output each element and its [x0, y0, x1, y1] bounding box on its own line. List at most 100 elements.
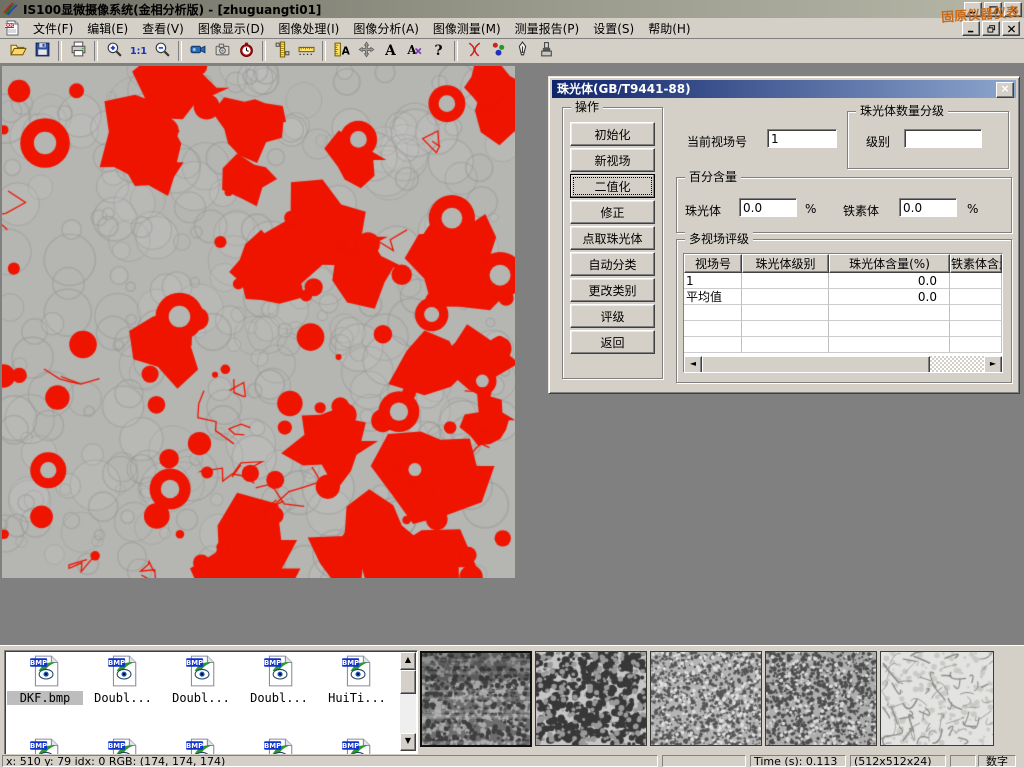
toolbar-button-photo-camera[interactable] — [210, 40, 234, 62]
table-row[interactable]: 平均值0.0 — [684, 289, 1002, 305]
pearlite-percent-input[interactable] — [739, 198, 797, 217]
ruler-icon — [298, 41, 315, 61]
op-button-点取珠光体[interactable]: 点取珠光体 — [570, 226, 655, 250]
table-column-header[interactable]: 视场号 — [684, 254, 742, 273]
op-button-自动分类[interactable]: 自动分类 — [570, 252, 655, 276]
file-item-Doubl...[interactable]: BMPDoubl... — [85, 654, 161, 705]
op-button-初始化[interactable]: 初始化 — [570, 122, 655, 146]
thumbnail-1[interactable] — [420, 651, 532, 747]
bmp-file-icon: BMP — [106, 677, 140, 691]
pen-icon — [514, 41, 531, 61]
file-item[interactable]: BMP — [163, 737, 239, 755]
table-row[interactable]: 10.0 — [684, 273, 1002, 289]
file-item-DKF.bmp[interactable]: BMPDKF.bmp — [7, 654, 83, 705]
menu-item-3[interactable]: 查看(V) — [135, 18, 191, 39]
mdi-restore-icon[interactable] — [982, 21, 1000, 36]
table-column-header[interactable]: 珠光体级别 — [742, 254, 829, 273]
ferrite-percent-input[interactable] — [899, 198, 957, 217]
menu-item-4[interactable]: 图像显示(D) — [191, 18, 272, 39]
file-item-Doubl...[interactable]: BMPDoubl... — [241, 654, 317, 705]
menu-item-8[interactable]: 测量报告(P) — [508, 18, 587, 39]
scroll-track[interactable] — [930, 356, 984, 372]
file-item[interactable]: BMP — [319, 737, 395, 755]
dialog-close-icon[interactable]: × — [996, 82, 1014, 98]
mdi-close-icon[interactable] — [1002, 21, 1020, 36]
toolbar-button-actual-size[interactable]: 1:1 — [126, 40, 150, 62]
toolbar-button-text[interactable]: A — [378, 40, 402, 62]
op-button-更改类别[interactable]: 更改类别 — [570, 278, 655, 302]
scroll-thumb[interactable] — [702, 356, 930, 373]
table-row[interactable] — [684, 321, 1002, 337]
toolbar-button-stamp[interactable] — [534, 40, 558, 62]
scroll-down-icon[interactable]: ▼ — [400, 733, 416, 751]
grading-level-input[interactable] — [904, 129, 982, 148]
table-column-header[interactable]: 珠光体含量(%) — [829, 254, 950, 273]
file-item[interactable]: BMP — [241, 737, 317, 755]
toolbar-button-text-edit[interactable]: A — [402, 40, 426, 62]
toolbar-button-video-camera[interactable] — [186, 40, 210, 62]
toolbar-button-spline[interactable] — [462, 40, 486, 62]
svg-text:BMP: BMP — [108, 659, 125, 667]
toolbar-separator — [178, 41, 182, 61]
thumbnail-2[interactable] — [535, 651, 647, 746]
measure-text-icon: A — [334, 41, 351, 61]
op-button-二值化[interactable]: 二值化 — [570, 174, 655, 198]
toolbar-button-open[interactable] — [6, 40, 30, 62]
menu-item-1[interactable]: 文件(F) — [26, 18, 80, 39]
bmp-file-icon: BMP — [262, 677, 296, 691]
app-icon — [3, 1, 19, 17]
table-cell — [684, 337, 742, 353]
op-button-评级[interactable]: 评级 — [570, 304, 655, 328]
menu-item-2[interactable]: 编辑(E) — [80, 18, 135, 39]
table-row[interactable] — [684, 305, 1002, 321]
menu-item-10[interactable]: 帮助(H) — [641, 18, 697, 39]
svg-text:BMP: BMP — [264, 742, 281, 750]
thumbnail-4[interactable] — [765, 651, 877, 746]
scroll-right-icon[interactable]: ► — [984, 356, 1002, 373]
menu-item-7[interactable]: 图像测量(M) — [426, 18, 508, 39]
status-mode: 数字 — [978, 755, 1016, 767]
toolbar-button-classify-dots[interactable] — [486, 40, 510, 62]
menu-item-9[interactable]: 设置(S) — [586, 18, 641, 39]
file-item-Doubl...[interactable]: BMPDoubl... — [163, 654, 239, 705]
toolbar-button-caliper[interactable] — [270, 40, 294, 62]
current-field-input[interactable] — [767, 129, 837, 148]
timer-icon — [238, 41, 255, 61]
toolbar-button-help[interactable]: ? — [426, 40, 450, 62]
toolbar-button-zoom-out[interactable] — [150, 40, 174, 62]
menu-item-5[interactable]: 图像处理(I) — [271, 18, 346, 39]
table-cell — [684, 321, 742, 337]
op-button-修正[interactable]: 修正 — [570, 200, 655, 224]
table-column-header[interactable]: 铁素体含量(%) — [950, 254, 1002, 273]
op-button-返回[interactable]: 返回 — [570, 330, 655, 354]
thumbnail-3[interactable] — [650, 651, 762, 746]
thumbnail-5[interactable] — [880, 651, 994, 746]
scroll-left-icon[interactable]: ◄ — [684, 356, 702, 373]
file-item[interactable]: BMP — [7, 737, 83, 755]
toolbar-button-zoom-in[interactable] — [102, 40, 126, 62]
toolbar-button-measure-text[interactable]: A — [330, 40, 354, 62]
toolbar-button-ruler[interactable] — [294, 40, 318, 62]
file-list-vscrollbar[interactable]: ▲ ▼ — [400, 652, 416, 751]
toolbar-button-pen[interactable] — [510, 40, 534, 62]
micrograph-canvas[interactable] — [2, 66, 515, 578]
op-button-新视场[interactable]: 新视场 — [570, 148, 655, 172]
menu-item-6[interactable]: 图像分析(A) — [346, 18, 426, 39]
toolbar-button-timer[interactable] — [234, 40, 258, 62]
rating-table[interactable]: 视场号珠光体级别珠光体含量(%)铁素体含量(%) 10.0平均值0.0 ◄ ► — [683, 253, 1003, 373]
dialog-title-bar[interactable]: 珠光体(GB/T9441-88) × — [552, 80, 1016, 98]
toolbar-button-print[interactable] — [66, 40, 90, 62]
toolbar-separator — [322, 41, 326, 61]
table-hscrollbar[interactable]: ◄ ► — [684, 356, 1002, 372]
table-cell — [829, 305, 950, 321]
file-item-HuiTi...[interactable]: BMPHuiTi... — [319, 654, 395, 705]
table-row[interactable] — [684, 337, 1002, 353]
grading-group: 珠光体数量分级 级别 — [847, 111, 1009, 169]
toolbar-button-save[interactable] — [30, 40, 54, 62]
toolbar-button-pan[interactable] — [354, 40, 378, 62]
scroll-up-icon[interactable]: ▲ — [400, 652, 416, 670]
scroll-thumb[interactable] — [400, 670, 416, 694]
file-item[interactable]: BMP — [85, 737, 161, 755]
multi-field-group-label: 多视场评级 — [685, 232, 753, 246]
status-time: Time (s): 0.113 — [750, 755, 846, 767]
